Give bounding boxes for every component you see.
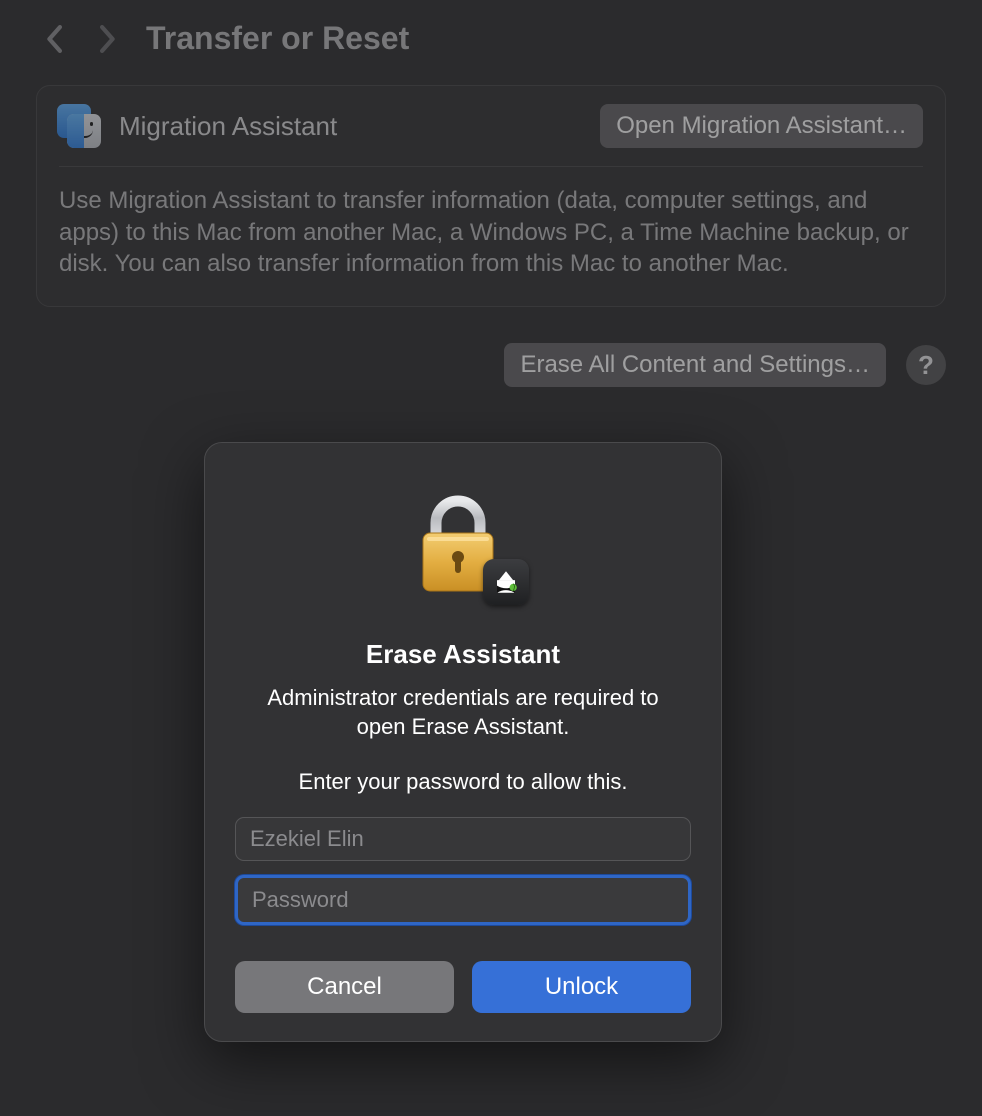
- username-field[interactable]: [235, 817, 691, 861]
- migration-assistant-card: Migration Assistant Open Migration Assis…: [36, 85, 946, 307]
- migration-assistant-title: Migration Assistant: [119, 111, 337, 142]
- help-button[interactable]: ?: [906, 345, 946, 385]
- auth-dialog-subtitle: Administrator credentials are required t…: [253, 684, 673, 741]
- unlock-button[interactable]: Unlock: [472, 961, 691, 1013]
- cancel-button[interactable]: Cancel: [235, 961, 454, 1013]
- auth-dialog: Erase Assistant Administrator credential…: [204, 442, 722, 1042]
- back-icon[interactable]: [46, 25, 64, 53]
- page-title: Transfer or Reset: [146, 20, 409, 57]
- forward-icon[interactable]: [98, 25, 116, 53]
- auth-dialog-title: Erase Assistant: [366, 639, 560, 670]
- migration-assistant-icon: [57, 104, 101, 148]
- auth-dialog-prompt: Enter your password to allow this.: [299, 769, 628, 795]
- open-migration-assistant-button[interactable]: Open Migration Assistant…: [600, 104, 923, 148]
- erase-assistant-badge-icon: [483, 559, 529, 605]
- lock-icon: [403, 483, 523, 603]
- erase-all-content-button[interactable]: Erase All Content and Settings…: [504, 343, 886, 387]
- preferences-header: Transfer or Reset: [0, 0, 982, 85]
- password-field[interactable]: [235, 875, 691, 925]
- migration-assistant-description: Use Migration Assistant to transfer info…: [37, 167, 945, 306]
